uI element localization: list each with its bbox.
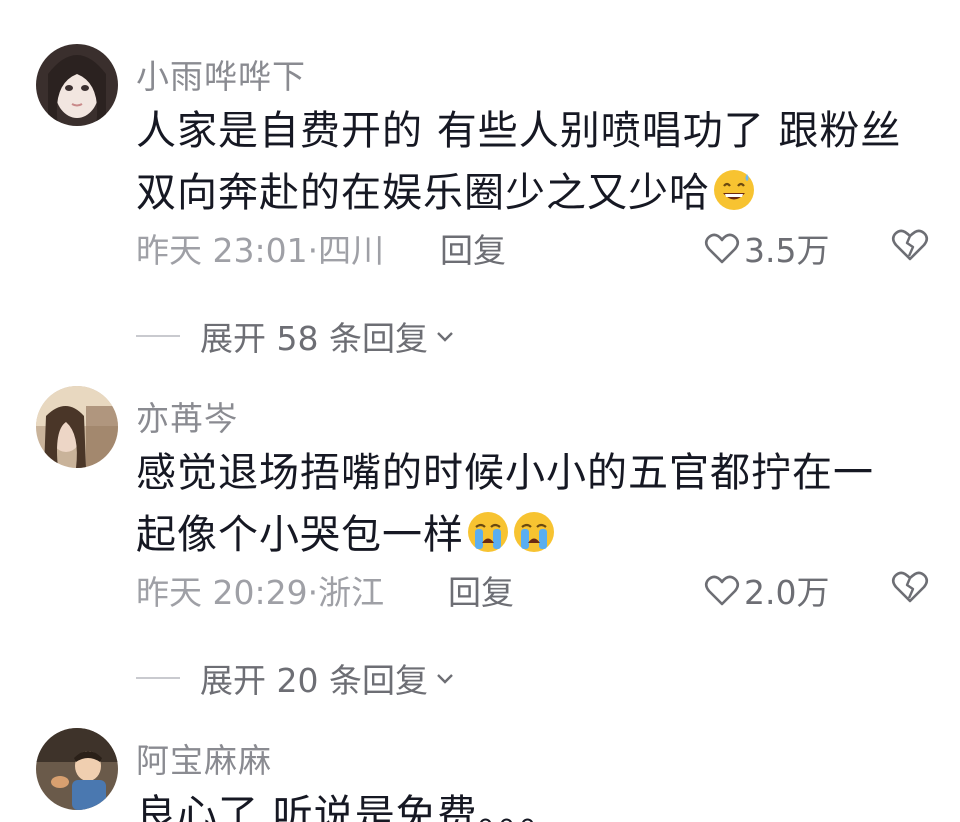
expand-replies-button[interactable]: 展开 58 条回复 xyxy=(136,314,456,358)
divider xyxy=(136,335,180,337)
comment-text: 良心了 听说是免费。。。 xyxy=(136,784,936,822)
like-button[interactable]: 2.0万 xyxy=(704,566,829,614)
chevron-down-icon xyxy=(434,325,456,347)
avatar[interactable] xyxy=(36,728,118,810)
comment-text-line: 感觉退场捂嘴的时候小小的五官都拧在一 xyxy=(136,450,874,496)
broken-heart-icon[interactable] xyxy=(890,568,930,604)
comment-nickname[interactable]: 阿宝麻麻 xyxy=(136,734,272,782)
expand-replies-label: 展开 20 条回复 xyxy=(200,661,428,700)
comment-text-line: 人家是自费开的 有些人别喷唱功了 跟粉丝 xyxy=(136,108,902,154)
comment-meta: 昨天 20:29·浙江 回复 2.0万 xyxy=(136,566,936,614)
comment-text-line: 起像个小哭包一样 xyxy=(136,504,936,566)
reply-button[interactable]: 回复 xyxy=(448,566,514,614)
comment-text-line: 双向奔赴的在娱乐圈少之又少哈 xyxy=(136,162,936,224)
heart-icon xyxy=(704,233,740,264)
comment-nickname[interactable]: 小雨哗哗下 xyxy=(136,50,306,98)
broken-heart-icon[interactable] xyxy=(890,226,930,262)
comment-meta: 昨天 23:01·四川 回复 3.5万 xyxy=(136,224,936,272)
comment-text-line-2: 起像个小哭包一样 xyxy=(136,512,464,558)
divider xyxy=(136,677,180,679)
reply-button[interactable]: 回复 xyxy=(440,224,506,272)
comment-text: 感觉退场捂嘴的时候小小的五官都拧在一 起像个小哭包一样 xyxy=(136,442,936,566)
expand-replies-button[interactable]: 展开 20 条回复 xyxy=(136,656,456,700)
comment-text-line: 良心了 听说是免费。。。 xyxy=(136,792,561,822)
heart-icon xyxy=(704,575,740,606)
like-button[interactable]: 3.5万 xyxy=(704,224,829,272)
comment-time-location: 昨天 23:01·四川 xyxy=(136,231,385,270)
avatar[interactable] xyxy=(36,44,118,126)
comment-text-line-2: 双向奔赴的在娱乐圈少之又少哈 xyxy=(136,170,710,216)
comment-time-location: 昨天 20:29·浙江 xyxy=(136,573,385,612)
crying-icon xyxy=(512,510,556,554)
like-count: 3.5万 xyxy=(744,231,830,270)
comment-nickname[interactable]: 亦苒岑 xyxy=(136,392,238,440)
comment-text: 人家是自费开的 有些人别喷唱功了 跟粉丝 双向奔赴的在娱乐圈少之又少哈 xyxy=(136,100,936,224)
grinning-sweat-icon xyxy=(712,168,756,212)
crying-icon xyxy=(466,510,510,554)
expand-replies-label: 展开 58 条回复 xyxy=(200,319,428,358)
like-count: 2.0万 xyxy=(744,573,830,612)
avatar[interactable] xyxy=(36,386,118,468)
chevron-down-icon xyxy=(434,667,456,689)
